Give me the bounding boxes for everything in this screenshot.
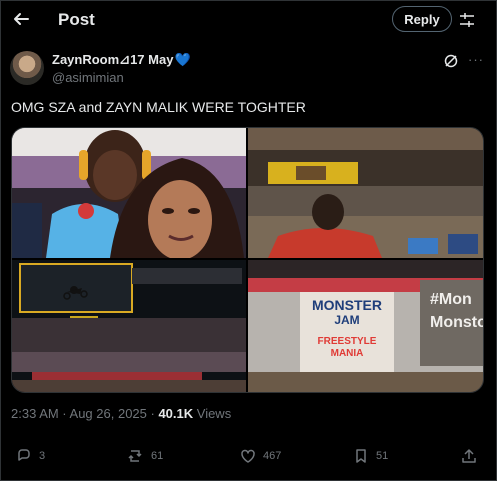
avatar[interactable] (10, 51, 44, 85)
banner-monster: MONSTER (312, 297, 382, 313)
repost-icon (128, 450, 142, 462)
like-count: 467 (263, 450, 282, 462)
back-arrow-icon[interactable] (11, 9, 31, 29)
author-name[interactable]: ZaynRoom⊿17 May💙 (52, 52, 191, 68)
arena-jump-graphic (12, 260, 246, 392)
reply-icon (18, 449, 30, 461)
page-title: Post (58, 10, 95, 29)
banner-hash: #Mon (430, 291, 472, 308)
arena-seat-graphic (248, 128, 483, 258)
bookmark-icon (356, 449, 366, 463)
blue-heart-icon: 💙 (174, 52, 191, 67)
tune-icon[interactable] (458, 11, 476, 29)
like-action[interactable]: 467 (239, 447, 281, 465)
photo-selfie[interactable] (12, 128, 246, 258)
reply-action[interactable]: 3 (15, 447, 45, 465)
photo-arena-seat[interactable] (248, 128, 483, 258)
top-bar: Post Reply (0, 0, 497, 40)
author-name-text: ZaynRoom⊿17 May (52, 52, 174, 67)
tweet-text: OMG SZA and ZAYN MALIK WERE TOGHTER (11, 99, 306, 115)
bookmark-action[interactable]: 51 (352, 447, 388, 465)
like-icon (241, 449, 255, 463)
views-count: 40.1K (158, 406, 194, 421)
repost-action[interactable]: 61 (127, 447, 163, 465)
reply-count: 3 (39, 450, 46, 462)
tweet-time[interactable]: 2:33 AM · Aug 26, 2025 · (11, 406, 158, 421)
author-handle[interactable]: @asimimian (52, 70, 124, 85)
selfie-graphic (12, 128, 246, 258)
monster-jam-graphic: MONSTER JAM FREESTYLE MANIA #Mon Monsto (248, 260, 483, 392)
grok-icon[interactable] (443, 53, 459, 69)
bookmark-count: 51 (376, 450, 389, 462)
more-icon[interactable]: ··· (468, 52, 484, 67)
banner-freestyle: FREESTYLE (318, 336, 377, 347)
banner-monsto: Monsto (430, 314, 483, 331)
photo-arena-jump[interactable] (12, 260, 246, 392)
share-action[interactable] (460, 447, 484, 465)
media-grid: MONSTER JAM FREESTYLE MANIA #Mon Monsto (11, 127, 484, 393)
tweet-meta: 2:33 AM · Aug 26, 2025 · 40.1K Views (11, 406, 231, 421)
banner-mania: MANIA (331, 348, 364, 359)
share-icon (462, 449, 476, 463)
views-label: Views (193, 406, 232, 421)
photo-monster-jam[interactable]: MONSTER JAM FREESTYLE MANIA #Mon Monsto (248, 260, 483, 392)
banner-jam: JAM (334, 313, 359, 327)
reply-button[interactable]: Reply (392, 6, 452, 32)
action-bar: 3 61 467 51 (0, 447, 497, 469)
repost-count: 61 (151, 450, 164, 462)
